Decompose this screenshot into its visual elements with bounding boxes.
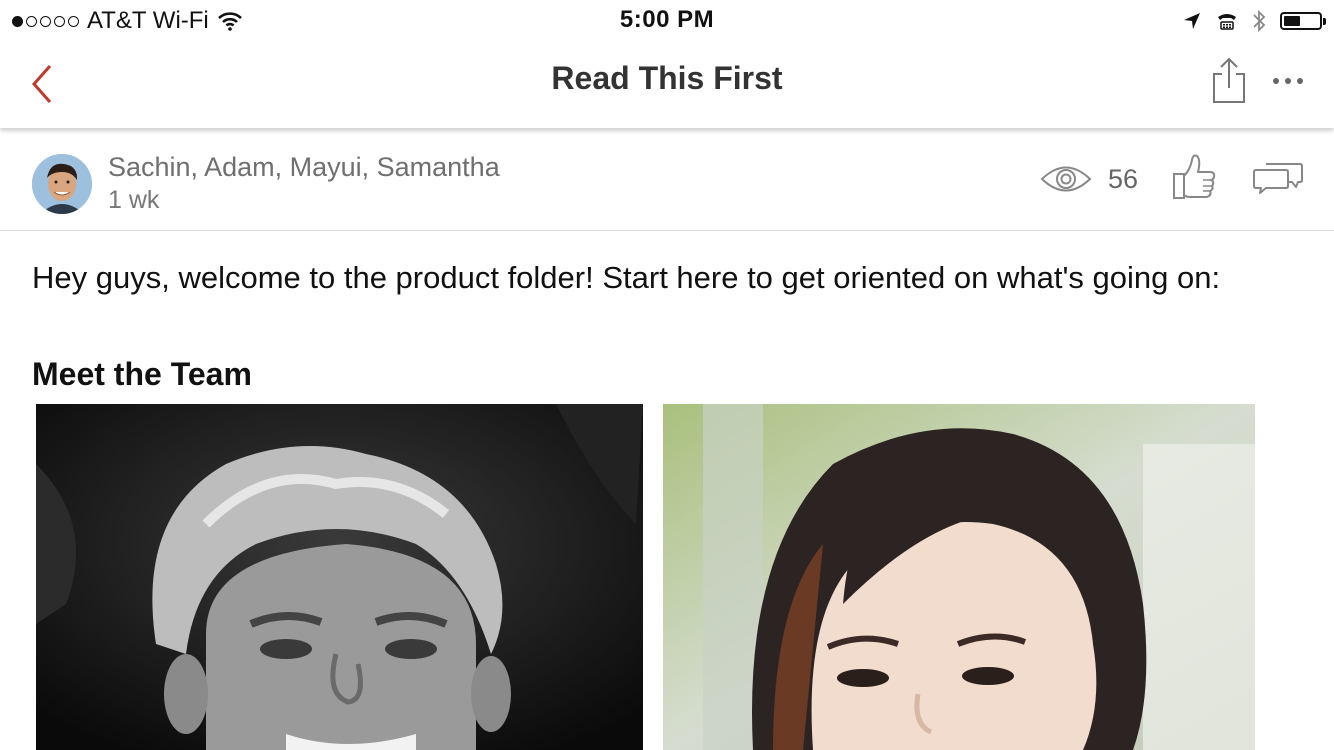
bluetooth-icon bbox=[1253, 9, 1266, 33]
team-photo-1[interactable] bbox=[36, 404, 643, 750]
status-time: 5:00 PM bbox=[619, 6, 715, 33]
tty-icon bbox=[1218, 14, 1236, 30]
comments-icon[interactable] bbox=[1252, 160, 1304, 196]
team-photo-2[interactable] bbox=[663, 404, 1255, 750]
eye-icon bbox=[1040, 166, 1092, 192]
location-arrow-icon bbox=[1184, 13, 1200, 29]
battery-icon bbox=[1280, 12, 1326, 30]
post-meta: Sachin, Adam, Mayui, Samantha 1 wk 56 bbox=[0, 130, 1334, 231]
more-icon[interactable] bbox=[1270, 70, 1306, 92]
thumbs-up-icon[interactable] bbox=[1170, 152, 1218, 202]
post-intro-text: Hey guys, welcome to the product folder!… bbox=[32, 260, 1221, 295]
avatar[interactable] bbox=[32, 154, 92, 214]
view-count: 56 bbox=[1108, 164, 1139, 194]
nav-bar: Read This First bbox=[0, 42, 1334, 128]
post-authors[interactable]: Sachin, Adam, Mayui, Samantha bbox=[108, 152, 500, 183]
status-right bbox=[1182, 6, 1326, 36]
page-title: Read This First bbox=[551, 60, 783, 96]
status-bar: AT&T Wi-Fi 5:00 PM bbox=[0, 0, 1334, 42]
post-time: 1 wk bbox=[108, 186, 160, 214]
section-heading: Meet the Team bbox=[32, 356, 252, 392]
share-icon[interactable] bbox=[1208, 56, 1250, 106]
